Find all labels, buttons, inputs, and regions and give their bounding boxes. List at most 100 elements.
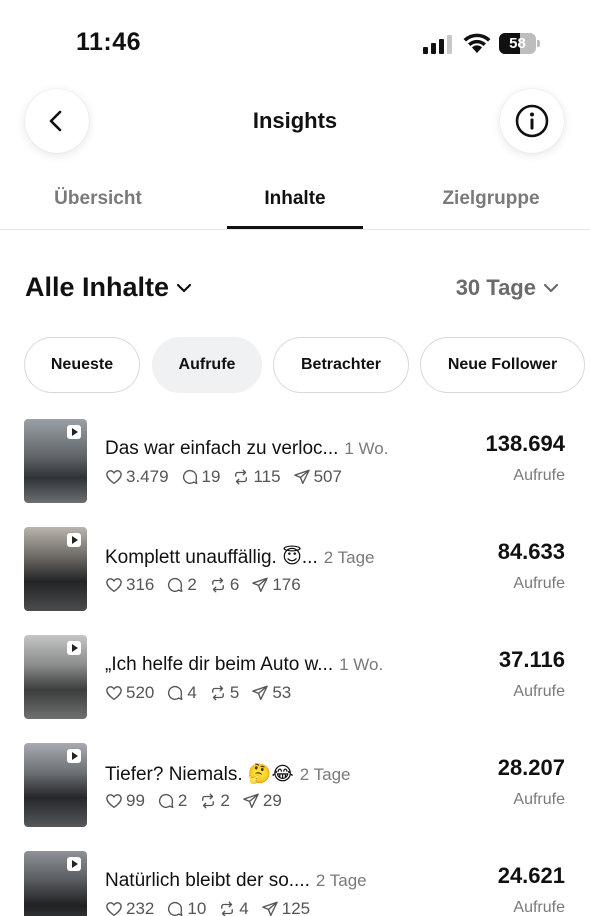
video-thumbnail xyxy=(24,635,87,719)
comment-icon xyxy=(168,577,183,593)
reposts-count: 2 xyxy=(220,791,230,810)
comment-icon xyxy=(158,793,174,809)
send-icon xyxy=(252,685,269,701)
active-tab-indicator xyxy=(227,226,363,229)
item-title: Komplett unauffällig. 😇... xyxy=(105,547,318,568)
comments-count: 19 xyxy=(201,467,221,486)
likes-count: 3.479 xyxy=(126,467,169,486)
shares-count: 507 xyxy=(313,467,342,486)
content-filter-dropdown[interactable]: Alle Inhalte xyxy=(25,272,193,303)
heart-icon xyxy=(106,686,122,701)
views-count: 138.694 xyxy=(485,431,565,456)
item-age: 2 Tage xyxy=(315,871,367,890)
tab-content[interactable]: Inhalte xyxy=(227,188,363,210)
list-item[interactable]: Tiefer? Niemals. 🤔😂 2 Tage 99 2 2 29 28.2… xyxy=(0,743,590,851)
views-label: Aufrufe xyxy=(513,683,565,700)
chevron-down-icon xyxy=(176,283,192,292)
info-button[interactable] xyxy=(500,89,564,153)
shares-count: 53 xyxy=(272,683,292,702)
period-label: 30 Tage xyxy=(455,275,536,300)
views-count: 28.207 xyxy=(497,755,565,780)
heart-icon xyxy=(106,470,122,485)
item-title: Tiefer? Niemals. 🤔😂 xyxy=(105,764,294,785)
heart-icon xyxy=(106,794,122,809)
video-thumbnail xyxy=(24,851,87,916)
video-icon xyxy=(67,425,81,439)
filter-chip-views[interactable]: Aufrufe xyxy=(152,337,262,393)
cellular-signal-icon xyxy=(423,35,452,54)
wifi-icon xyxy=(463,33,491,53)
likes-count: 232 xyxy=(126,899,155,916)
chevron-down-icon xyxy=(543,283,559,293)
item-title: „Ich helfe dir beim Auto w... xyxy=(105,654,334,675)
comment-icon xyxy=(168,685,183,701)
video-thumbnail xyxy=(24,743,87,827)
views-label: Aufrufe xyxy=(513,575,565,592)
list-item[interactable]: Komplett unauffällig. 😇... 2 Tage 316 2 6… xyxy=(0,527,590,635)
status-bar: 11:46 58 xyxy=(0,0,590,80)
item-title-line: Natürlich bleibt der so.... 2 Tage xyxy=(105,870,367,892)
shares-count: 125 xyxy=(281,899,311,916)
comments-count: 10 xyxy=(187,899,207,916)
tab-audience[interactable]: Zielgruppe xyxy=(420,188,562,210)
item-stats: 316 2 6 176 xyxy=(105,575,301,595)
views-count: 37.116 xyxy=(498,647,565,672)
video-icon xyxy=(67,641,81,655)
content-filter-label: Alle Inhalte xyxy=(25,272,170,302)
item-title-line: Tiefer? Niemals. 🤔😂 2 Tage xyxy=(105,762,350,786)
likes-count: 99 xyxy=(126,791,145,810)
video-icon xyxy=(67,749,81,763)
tab-bar: Übersicht Inhalte Zielgruppe xyxy=(0,170,590,230)
views-label: Aufrufe xyxy=(513,791,565,808)
item-stats: 99 2 2 29 xyxy=(105,791,282,811)
period-dropdown[interactable]: 30 Tage xyxy=(456,275,560,301)
list-item[interactable]: Natürlich bleibt der so.... 2 Tage 232 10… xyxy=(0,851,590,916)
views-label: Aufrufe xyxy=(513,899,565,916)
item-age: 1 Wo. xyxy=(339,655,384,674)
send-icon xyxy=(261,901,278,916)
views-count: 24.621 xyxy=(497,863,565,888)
item-stats: 520 4 5 53 xyxy=(105,683,291,703)
heart-icon xyxy=(106,578,122,593)
video-icon xyxy=(67,533,81,547)
item-stats: 3.479 19 115 507 xyxy=(105,467,342,487)
send-icon xyxy=(293,469,310,485)
send-icon xyxy=(252,577,269,593)
battery-percent: 58 xyxy=(509,35,526,52)
shares-count: 29 xyxy=(262,791,282,810)
views-label: Aufrufe xyxy=(513,467,565,484)
reposts-count: 5 xyxy=(229,683,240,702)
item-age: 1 Wo. xyxy=(344,439,389,458)
item-title-line: „Ich helfe dir beim Auto w... 1 Wo. xyxy=(105,654,383,676)
tab-overview[interactable]: Übersicht xyxy=(30,188,166,210)
item-age: 2 Tage xyxy=(323,548,375,567)
video-thumbnail xyxy=(24,419,87,503)
info-icon xyxy=(515,104,549,138)
list-item[interactable]: Das war einfach zu verloc... 1 Wo. 3.479 … xyxy=(0,419,590,527)
repost-icon xyxy=(235,469,248,485)
reposts-count: 115 xyxy=(253,467,281,486)
comments-count: 4 xyxy=(187,683,197,702)
comments-count: 2 xyxy=(187,575,197,594)
item-title-line: Das war einfach zu verloc... 1 Wo. xyxy=(105,438,388,460)
filter-chip-new-followers[interactable]: Neue Follower xyxy=(420,337,585,393)
item-title-line: Komplett unauffällig. 😇... 2 Tage xyxy=(105,546,374,569)
video-thumbnail xyxy=(24,527,87,611)
item-title: Natürlich bleibt der so.... xyxy=(105,870,310,891)
filter-chip-newest[interactable]: Neueste xyxy=(24,337,140,393)
item-title: Das war einfach zu verloc... xyxy=(105,438,339,459)
shares-count: 176 xyxy=(272,575,301,594)
send-icon xyxy=(243,793,259,809)
repost-icon xyxy=(211,685,224,701)
likes-count: 520 xyxy=(126,683,155,702)
repost-icon xyxy=(202,793,215,809)
views-count: 84.633 xyxy=(497,539,565,564)
reposts-count: 6 xyxy=(229,575,240,594)
comment-icon xyxy=(182,469,197,485)
comments-count: 2 xyxy=(177,791,188,810)
heart-icon xyxy=(106,902,122,916)
filter-chip-viewers[interactable]: Betrachter xyxy=(273,337,409,393)
item-age: 2 Tage xyxy=(299,765,351,784)
list-item[interactable]: „Ich helfe dir beim Auto w... 1 Wo. 520 4… xyxy=(0,635,590,743)
status-time: 11:46 xyxy=(76,28,142,56)
